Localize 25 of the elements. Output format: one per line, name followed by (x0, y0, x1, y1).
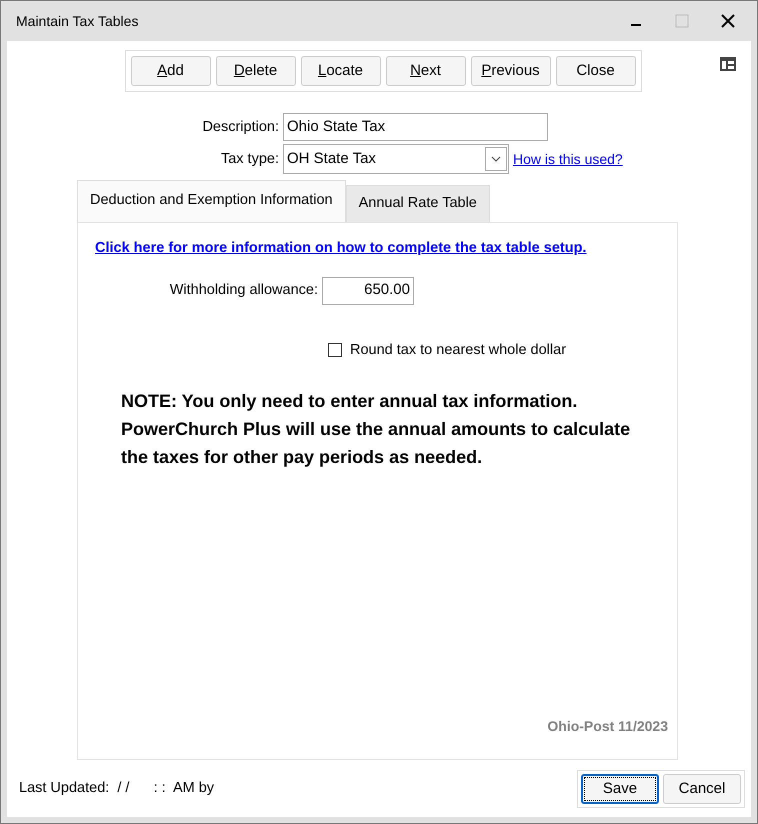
tab[interactable]: Annual Rate Table (346, 185, 490, 222)
toolbar-button[interactable]: Next (386, 56, 466, 86)
tax-type-dropdown[interactable]: OH State Tax (283, 144, 509, 174)
tax-type-label: Tax type: (220, 150, 279, 167)
description-field[interactable]: Ohio State Tax (283, 113, 548, 141)
cancel-button[interactable]: Cancel (663, 774, 741, 804)
save-button[interactable]: Save (581, 774, 659, 804)
how-is-this-used-link[interactable]: How is this used? (513, 148, 623, 170)
window-title: Maintain Tax Tables (16, 12, 140, 30)
last-updated-text: Last Updated: / / : : AM by (19, 778, 216, 798)
allowance-label: Withholding allowance: (170, 282, 318, 298)
tab[interactable]: Deduction and Exemption Information (77, 180, 346, 222)
toolbar-button[interactable]: Add (130, 56, 210, 86)
toolbar-button[interactable]: Close (556, 56, 636, 86)
round-checkbox-label: Round tax to nearest whole dollar (350, 340, 566, 360)
toolbar-button[interactable]: Previous (470, 56, 550, 86)
allowance-field[interactable]: 650.00 (322, 276, 414, 304)
toolbar-button[interactable]: Locate (300, 56, 380, 86)
note-text: NOTE: You only need to enter annual tax information. PowerChurch Plus will use the annual amounts to calculate the taxes for other pay periods as needed. (121, 390, 632, 470)
round-checkbox[interactable] (328, 343, 342, 358)
description-label: Description: (202, 118, 279, 135)
layout-icon[interactable] (720, 57, 736, 71)
info-link[interactable]: Click here for more information on how to complete the tax table setup. (95, 240, 586, 256)
version-label: Ohio-Post 11/2023 (547, 716, 668, 736)
toolbar-button[interactable]: Delete (216, 56, 296, 86)
